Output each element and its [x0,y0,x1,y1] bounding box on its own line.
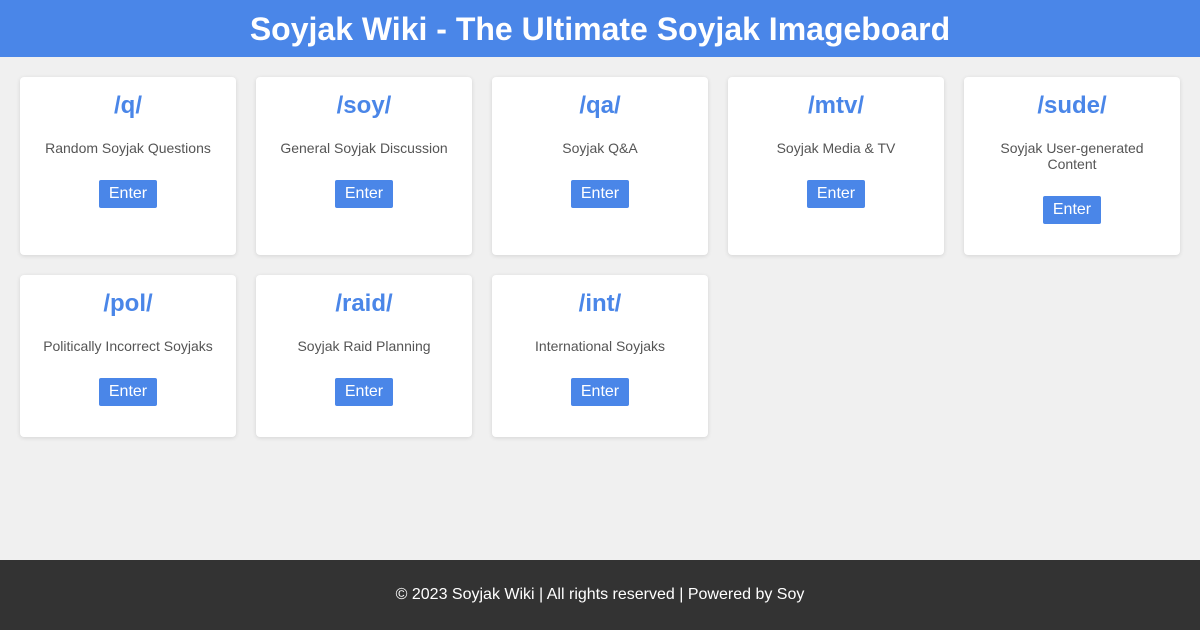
board-description: Soyjak Raid Planning [297,338,431,354]
board-name: /raid/ [335,290,393,317]
board-name: /sude/ [1037,92,1107,119]
enter-button[interactable]: Enter [334,378,394,406]
board-name: /pol/ [103,290,153,317]
board-description: Soyjak Q&A [562,140,638,156]
board-name: /q/ [114,92,142,119]
board-card-mtv: /mtv/ Soyjak Media & TV Enter [728,77,944,255]
enter-button[interactable]: Enter [98,180,158,208]
board-name: /int/ [578,290,622,317]
site-footer: © 2023 Soyjak Wiki | All rights reserved… [0,560,1200,630]
board-description: Soyjak Media & TV [776,140,896,156]
board-description: Politically Incorrect Soyjaks [43,338,213,354]
board-description: Random Soyjak Questions [45,140,211,156]
board-card-sude: /sude/ Soyjak User-generated Content Ent… [964,77,1180,255]
board-grid: /q/ Random Soyjak Questions Enter /soy/ … [20,77,1180,437]
enter-button[interactable]: Enter [334,180,394,208]
site-title: Soyjak Wiki - The Ultimate Soyjak Imageb… [249,10,951,47]
page: Soyjak Wiki - The Ultimate Soyjak Imageb… [0,0,1200,630]
board-card-raid: /raid/ Soyjak Raid Planning Enter [256,275,472,437]
board-card-int: /int/ International Soyjaks Enter [492,275,708,437]
enter-button[interactable]: Enter [98,378,158,406]
board-description: General Soyjak Discussion [280,140,448,156]
board-name: /mtv/ [807,92,864,119]
footer-text: © 2023 Soyjak Wiki | All rights reserved… [395,586,805,603]
board-name: /soy/ [336,92,392,119]
board-card-pol: /pol/ Politically Incorrect Soyjaks Ente… [20,275,236,437]
board-card-qa: /qa/ Soyjak Q&A Enter [492,77,708,255]
enter-button[interactable]: Enter [570,378,630,406]
board-description: International Soyjaks [535,338,665,354]
board-description: Soyjak User-generated Content [1000,140,1144,172]
enter-button[interactable]: Enter [806,180,866,208]
enter-button[interactable]: Enter [1042,196,1102,224]
board-card-soy: /soy/ General Soyjak Discussion Enter [256,77,472,255]
enter-button[interactable]: Enter [570,180,630,208]
board-card-q: /q/ Random Soyjak Questions Enter [20,77,236,255]
site-header: Soyjak Wiki - The Ultimate Soyjak Imageb… [0,0,1200,57]
board-name: /qa/ [579,92,621,119]
